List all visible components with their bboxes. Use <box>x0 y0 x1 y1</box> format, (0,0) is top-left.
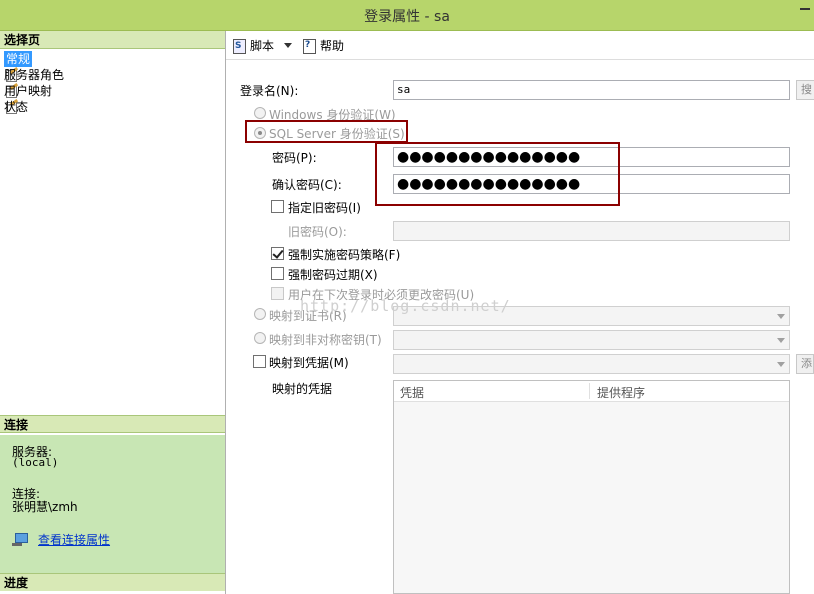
asym-key-dropdown[interactable] <box>393 330 790 350</box>
toolbar: S 脚本 ? 帮助 <box>226 31 814 60</box>
highlight-box-sql-auth <box>245 120 408 143</box>
script-icon: S <box>232 38 246 54</box>
page-item-label: 用户映射 <box>4 84 53 98</box>
view-connection-properties-link[interactable]: 查看连接属性 <box>38 531 110 548</box>
title-bar: 登录属性 - sa <box>0 0 814 31</box>
mapped-credentials-grid[interactable]: 凭据 提供程序 <box>393 380 790 594</box>
page-item-label: 常规 <box>4 51 33 67</box>
page-item-user-mapping[interactable]: 用户映射 <box>4 82 52 99</box>
chevron-down-icon <box>777 362 785 367</box>
map-asym-key-radio[interactable] <box>254 332 266 344</box>
old-password-label: 旧密码(O): <box>288 225 347 239</box>
help-label: 帮助 <box>320 39 345 53</box>
connection-header: 连接 <box>0 415 225 433</box>
help-button[interactable]: ? 帮助 <box>302 37 344 54</box>
page-item-server-roles[interactable]: 服务器角色 <box>4 66 64 83</box>
enforce-expiration-label: 强制密码过期(X) <box>288 268 378 282</box>
page-item-general[interactable]: 常规 <box>4 50 33 67</box>
grid-header: 凭据 提供程序 <box>394 381 789 402</box>
left-pane: 选择页 常规 服务器角色 用户映射 状态 连接 服务器: (local) 连接:… <box>0 31 226 594</box>
page-list: 常规 服务器角色 用户映射 状态 <box>4 50 64 115</box>
credential-dropdown[interactable] <box>393 354 790 374</box>
login-name-input[interactable]: sa <box>393 80 790 100</box>
password-label: 密码(P): <box>272 151 317 165</box>
specify-old-password-checkbox[interactable] <box>271 200 284 213</box>
window-title: 登录属性 - sa <box>364 9 450 25</box>
windows-auth-radio[interactable] <box>254 107 266 119</box>
script-label: 脚本 <box>250 39 275 53</box>
page-item-label: 状态 <box>4 100 29 114</box>
mapped-credentials-label: 映射的凭据 <box>272 382 333 396</box>
add-credential-button[interactable]: 添 <box>796 354 814 374</box>
map-asym-key-label: 映射到非对称密钥(T) <box>269 333 382 347</box>
script-button[interactable]: S 脚本 <box>232 37 293 54</box>
chevron-down-icon <box>777 338 785 343</box>
confirm-password-label: 确认密码(C): <box>272 178 342 192</box>
select-page-header: 选择页 <box>0 31 225 49</box>
help-icon: ? <box>302 38 316 54</box>
must-change-checkbox[interactable] <box>271 287 284 300</box>
maximize-icon[interactable] <box>800 8 810 12</box>
grid-col-provider[interactable]: 提供程序 <box>597 384 645 401</box>
chevron-down-icon <box>777 314 785 319</box>
chevron-down-icon[interactable] <box>284 43 293 48</box>
map-credential-checkbox[interactable] <box>253 355 266 368</box>
grid-col-credential[interactable]: 凭据 <box>400 384 424 401</box>
page-item-label: 服务器角色 <box>4 68 65 82</box>
server-value: (local) <box>12 456 59 469</box>
highlight-box-passwords <box>375 142 620 206</box>
connection-value: 张明慧\zmh <box>12 500 78 514</box>
map-credential-label: 映射到凭据(M) <box>269 356 349 370</box>
page-item-status[interactable]: 状态 <box>4 98 28 115</box>
login-name-label: 登录名(N): <box>240 84 299 98</box>
watermark: http://blog.csdn.net/ <box>300 297 511 315</box>
connection-icon <box>12 532 28 547</box>
specify-old-password-label: 指定旧密码(I) <box>288 201 361 215</box>
map-cert-radio[interactable] <box>254 308 266 320</box>
general-form: 登录名(N): sa 搜 Windows 身份验证(W) SQL Server … <box>226 60 814 594</box>
progress-header: 进度 <box>0 573 225 591</box>
old-password-input[interactable] <box>393 221 790 241</box>
connection-panel: 服务器: (local) 连接: 张明慧\zmh 查看连接属性 <box>0 435 225 573</box>
enforce-policy-label: 强制实施密码策略(F) <box>288 248 401 262</box>
search-button[interactable]: 搜 <box>796 80 814 100</box>
enforce-policy-checkbox[interactable] <box>271 247 284 260</box>
enforce-expiration-checkbox[interactable] <box>271 267 284 280</box>
view-connection-properties[interactable]: 查看连接属性 <box>12 531 110 548</box>
